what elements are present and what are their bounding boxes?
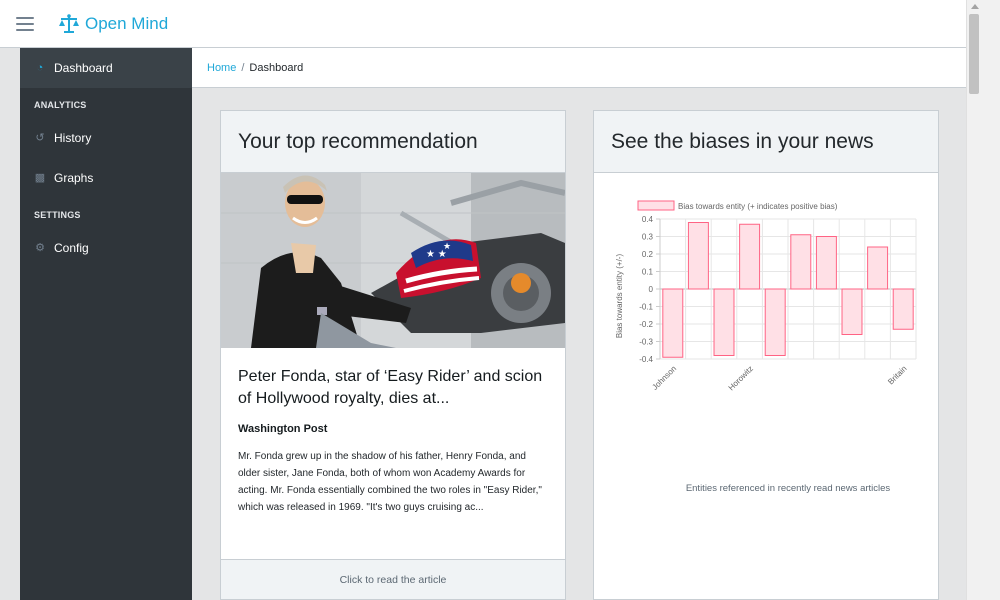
bias-card: See the biases in your news Bias towards…	[593, 110, 939, 600]
sidebar-section-settings: SETTINGS	[34, 210, 81, 220]
y-tick-label: 0.1	[642, 268, 654, 277]
bar	[739, 223, 761, 290]
y-tick-label: -0.4	[639, 355, 653, 364]
bias-chart: Bias towards entity (+ indicates positiv…	[594, 181, 938, 511]
sidebar-item-label: Dashboard	[54, 61, 113, 75]
x-tick-label: Britain	[886, 364, 908, 386]
legend-label: Bias towards entity (+ indicates positiv…	[678, 202, 838, 211]
chart-icon: ▩	[34, 172, 46, 184]
y-axis-label: Bias towards entity (+/-)	[615, 254, 624, 339]
gears-icon: ⚙	[35, 242, 45, 254]
y-tick-label: 0.3	[642, 233, 654, 242]
article-source: Washington Post	[238, 423, 328, 435]
scroll-up-icon[interactable]	[971, 4, 979, 9]
y-tick-label: -0.1	[639, 303, 653, 312]
read-article-button[interactable]: Click to read the article	[221, 559, 565, 599]
sidebar-item-label: Graphs	[54, 171, 94, 185]
top-navbar: Open Mind	[0, 0, 966, 48]
y-tick-label: -0.3	[639, 338, 653, 347]
history-icon: ↺	[35, 132, 45, 144]
sidebar-item-history[interactable]: ↺ History	[20, 118, 192, 158]
breadcrumb-home-link[interactable]: Home	[207, 62, 236, 74]
breadcrumb-current: Dashboard	[249, 61, 304, 74]
sidebar-section-analytics: ANALYTICS	[34, 100, 87, 110]
recommendation-card: Your top recommendation ★ ★ ★ Peter Fond…	[220, 110, 566, 600]
breadcrumb: Home / Dashboard	[192, 48, 966, 88]
x-tick-label: Johnson	[650, 364, 678, 392]
y-tick-label: 0.2	[642, 250, 654, 259]
bar	[815, 236, 837, 290]
scroll-thumb[interactable]	[969, 14, 979, 94]
bar	[867, 246, 889, 290]
legend-swatch	[637, 200, 675, 211]
sidebar-item-dashboard[interactable]: ◔ Dashboard	[20, 48, 192, 88]
sidebar-item-config[interactable]: ⚙ Config	[20, 228, 192, 268]
article-image[interactable]: ★ ★ ★	[221, 173, 565, 348]
bar	[764, 288, 786, 356]
article-photo-illustration: ★ ★ ★	[221, 173, 565, 348]
y-tick-label: 0	[649, 285, 654, 294]
article-headline[interactable]: Peter Fonda, star of ‘Easy Rider’ and sc…	[238, 366, 548, 410]
hamburger-icon[interactable]	[16, 16, 34, 31]
bar	[662, 288, 684, 358]
y-tick-label: 0.4	[642, 215, 654, 224]
article-excerpt: Mr. Fonda grew up in the shadow of his f…	[238, 451, 542, 513]
page-scrollbar[interactable]	[966, 0, 1000, 600]
y-tick-label: -0.2	[639, 320, 653, 329]
bar	[687, 222, 709, 290]
chart-x-axis-caption: Entities referenced in recently read new…	[685, 483, 891, 494]
bar	[841, 288, 863, 335]
bias-chart-svg: Bias towards entity (+ indicates positiv…	[615, 200, 917, 392]
svg-text:★: ★	[443, 241, 451, 251]
bar	[713, 288, 735, 356]
bar	[790, 234, 812, 290]
sidebar-item-label: Config	[54, 241, 89, 255]
bar	[892, 288, 914, 330]
x-tick-label: Horowitz	[727, 364, 755, 392]
speedometer-icon: ◔	[36, 62, 44, 74]
sidebar: ◔ Dashboard ANALYTICS ↺ History ▩ Graphs…	[20, 48, 192, 600]
breadcrumb-separator: /	[241, 61, 245, 74]
brand-logo[interactable]: Open Mind	[58, 14, 168, 34]
bias-card-title: See the biases in your news	[594, 111, 938, 173]
recommendation-card-title: Your top recommendation	[221, 111, 565, 173]
brand-name: Open Mind	[85, 13, 169, 33]
scales-icon	[59, 13, 79, 33]
sidebar-item-label: History	[54, 131, 92, 145]
sidebar-item-graphs[interactable]: ▩ Graphs	[20, 158, 192, 198]
